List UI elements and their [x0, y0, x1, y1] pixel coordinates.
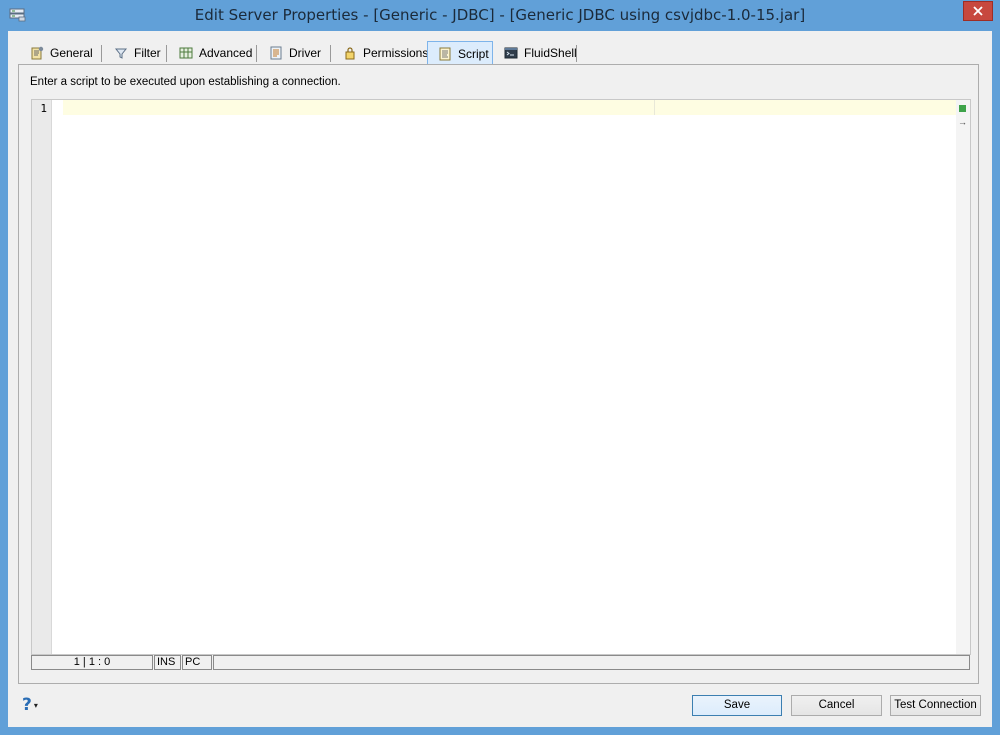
editor-status-bar: 1 | 1 : 0 INS PC [31, 655, 970, 671]
help-icon: ? [22, 695, 32, 715]
dialog-client: General Filter Advanced Driver Permissio… [8, 31, 992, 727]
tab-strip: General Filter Advanced Driver Permissio… [20, 41, 992, 65]
tab-label: FluidShell [524, 46, 577, 60]
tab-label: General [50, 46, 93, 60]
permissions-icon [345, 47, 355, 60]
advanced-icon [179, 47, 193, 59]
insert-mode: INS [154, 655, 181, 670]
overview-ruler[interactable]: → [956, 100, 970, 654]
close-button[interactable] [963, 1, 993, 21]
line-number-gutter: 1 [32, 100, 52, 654]
tab-label: Script [458, 46, 489, 61]
script-editor[interactable]: 1 → [31, 99, 971, 655]
dialog-window: Edit Server Properties - [Generic - JDBC… [0, 0, 1000, 735]
driver-icon [270, 46, 282, 60]
cancel-button[interactable]: Cancel [791, 695, 882, 716]
tab-divider [166, 45, 167, 62]
status-ok-icon [959, 105, 966, 112]
chevron-down-icon: ▾ [33, 700, 38, 710]
tab-filter[interactable]: Filter [104, 42, 164, 64]
tab-script[interactable]: Script [427, 41, 493, 65]
script-icon [439, 47, 451, 60]
script-tab-panel: Enter a script to be executed upon estab… [18, 64, 979, 684]
title-bar[interactable]: Edit Server Properties - [Generic - JDBC… [0, 0, 1000, 32]
tab-label: Filter [134, 46, 161, 60]
caret-position-icon: → [958, 117, 967, 127]
test-connection-button[interactable]: Test Connection [890, 695, 981, 716]
tab-fluidshell[interactable]: FluidShell [494, 42, 577, 64]
tab-permissions[interactable]: Permissions [333, 42, 429, 64]
tab-divider [256, 45, 257, 62]
general-icon [31, 46, 44, 60]
script-content[interactable] [63, 100, 954, 115]
tab-general[interactable]: General [20, 42, 100, 64]
status-message [213, 655, 970, 670]
tab-divider [330, 45, 331, 62]
line-ending: PC [182, 655, 212, 670]
instruction-text: Enter a script to be executed upon estab… [30, 76, 341, 88]
fluidshell-icon [504, 47, 518, 59]
window-title: Edit Server Properties - [Generic - JDBC… [194, 6, 806, 24]
save-button[interactable]: Save [692, 695, 782, 716]
tab-advanced[interactable]: Advanced [169, 42, 253, 64]
filter-icon [114, 48, 128, 59]
help-button[interactable]: ? ▾ [22, 695, 38, 715]
tab-driver[interactable]: Driver [259, 42, 327, 64]
tab-label: Permissions [363, 46, 429, 60]
cursor-position: 1 | 1 : 0 [31, 655, 153, 670]
tab-label: Advanced [199, 46, 253, 60]
tab-divider [101, 45, 102, 62]
tab-label: Driver [289, 46, 321, 60]
close-icon [973, 6, 983, 16]
tab-divider [576, 45, 577, 62]
line-number: 1 [40, 102, 47, 115]
